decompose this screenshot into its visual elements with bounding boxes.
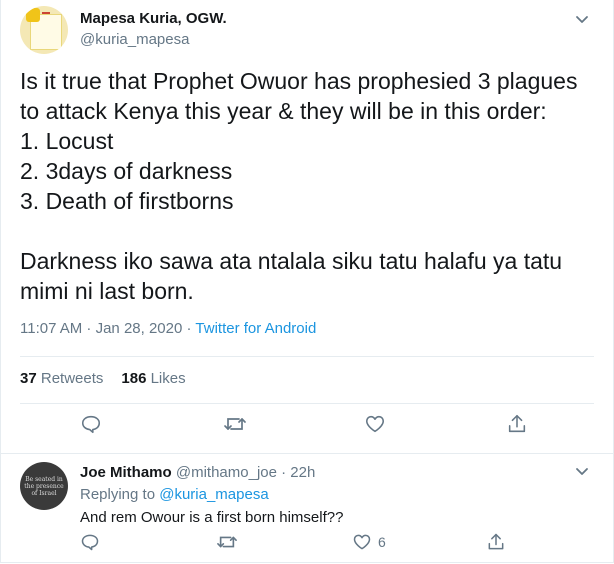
reply-header: Joe Mithamo @mithamo_joe · 22h	[80, 464, 315, 481]
reply-avatar-text: Be seated in the presence of Israel	[24, 475, 64, 497]
author-handle[interactable]: @kuria_mapesa	[80, 31, 189, 48]
author-name[interactable]: Mapesa Kuria, OGW.	[80, 10, 227, 27]
reply-author-handle-time[interactable]: @mithamo_joe · 22h	[176, 464, 315, 481]
avatar-artwork-mark	[26, 8, 40, 22]
retweets-label: Retweets	[40, 370, 104, 387]
replying-to: Replying to @kuria_mapesa	[80, 486, 269, 503]
tweet-more-button[interactable]	[570, 8, 594, 32]
reply-text: And rem Owour is a first born himself??	[80, 509, 344, 526]
likes-stat[interactable]: 186 Likes	[121, 370, 185, 387]
reply-actions: 6	[0, 532, 614, 562]
reply-more-button[interactable]	[570, 460, 594, 484]
reply-share-button[interactable]	[486, 532, 506, 552]
divider	[20, 403, 594, 404]
retweet-button[interactable]	[223, 413, 247, 435]
share-icon	[508, 414, 526, 433]
divider	[20, 356, 594, 357]
tweet-meta: 11:07 AM · Jan 28, 2020 · Twitter for An…	[20, 320, 316, 337]
reply-like-button[interactable]: 6	[352, 532, 386, 552]
like-button[interactable]	[364, 413, 386, 435]
tweet-actions	[0, 413, 614, 443]
reply-icon	[81, 534, 99, 551]
reply-button[interactable]	[80, 413, 102, 435]
tweet-stats: 37 Retweets 186 Likes	[20, 370, 186, 387]
tweet-text: Is it true that Prophet Owuor has prophe…	[20, 68, 578, 304]
divider	[0, 453, 614, 454]
reply-author-name[interactable]: Joe Mithamo	[80, 464, 172, 481]
likes-count: 186	[121, 370, 147, 387]
heart-icon	[353, 534, 371, 550]
reply-icon	[81, 415, 101, 434]
retweets-stat[interactable]: 37 Retweets	[20, 370, 103, 387]
avatar-artwork-line	[42, 12, 50, 14]
reply-like-count: 6	[378, 534, 386, 550]
chevron-down-icon	[576, 468, 588, 475]
share-button[interactable]	[506, 413, 528, 435]
tweet-timestamp[interactable]: 11:07 AM · Jan 28, 2020 ·	[20, 320, 195, 337]
share-icon	[488, 533, 504, 550]
reply-reply-button[interactable]	[80, 532, 100, 552]
heart-icon	[365, 415, 385, 433]
likes-label: Likes	[150, 370, 186, 387]
replying-to-link[interactable]: @kuria_mapesa	[159, 486, 268, 503]
replying-prefix: Replying to	[80, 486, 160, 503]
retweet-icon	[217, 536, 237, 548]
retweet-icon	[224, 418, 246, 430]
author-avatar[interactable]	[20, 6, 68, 54]
reply-author-avatar[interactable]: Be seated in the presence of Israel	[20, 462, 68, 510]
tweet-source-link[interactable]: Twitter for Android	[195, 320, 316, 337]
chevron-down-icon	[576, 16, 588, 23]
reply-retweet-button[interactable]	[216, 532, 238, 552]
retweets-count: 37	[20, 370, 37, 387]
